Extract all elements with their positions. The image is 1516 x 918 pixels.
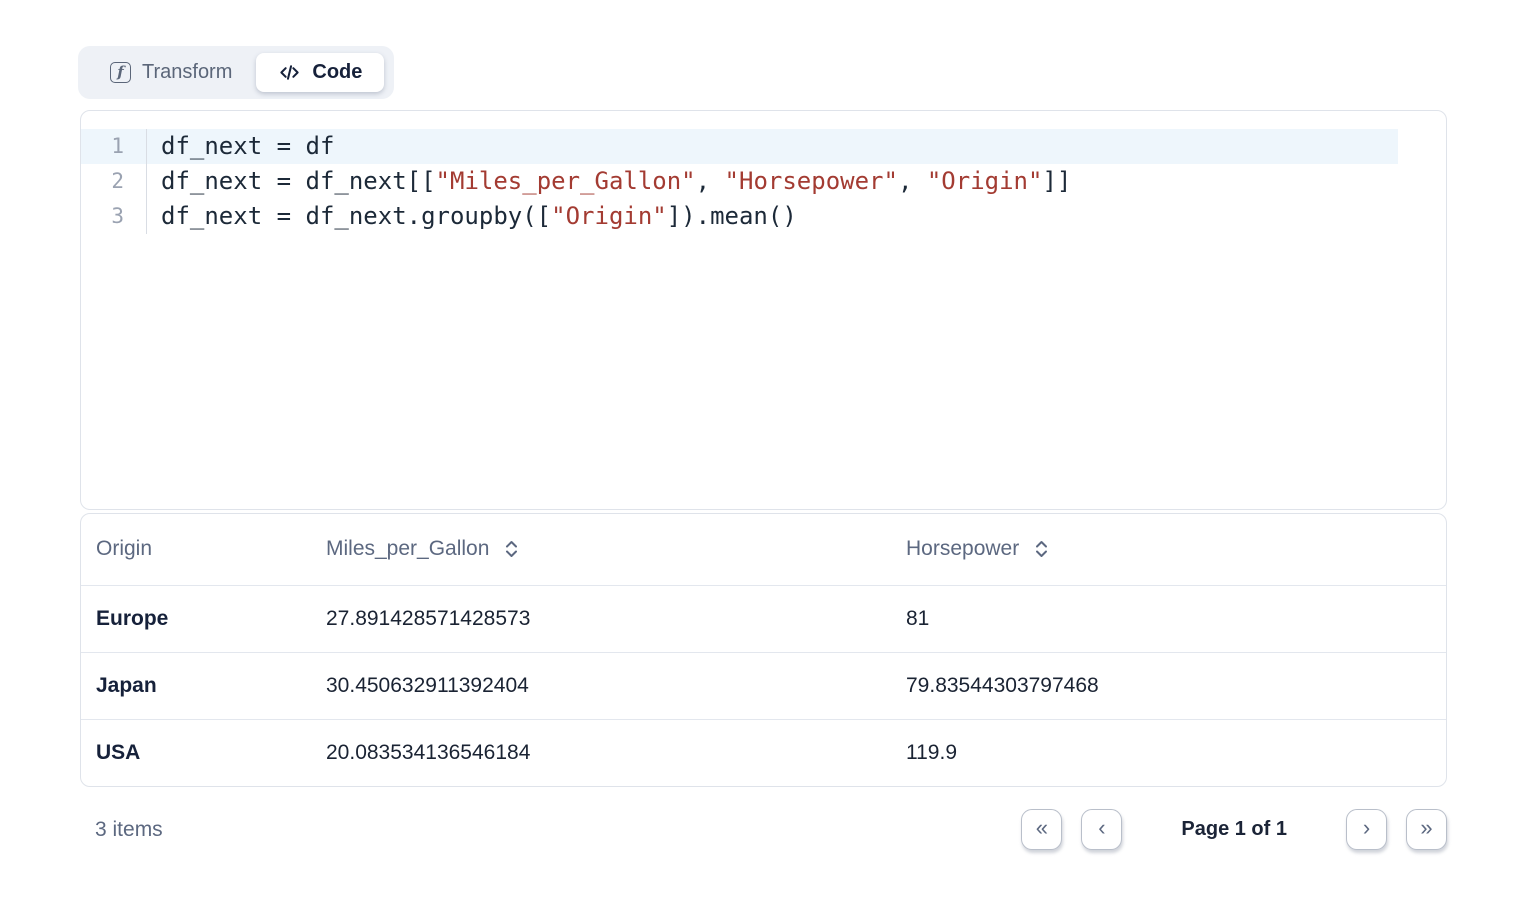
double-chevron-left-icon: « (1036, 817, 1048, 839)
tab-code-label: Code (312, 61, 362, 84)
table-cell: 30.450632911392404 (311, 652, 891, 719)
column-label: Miles_per_Gallon (326, 537, 489, 561)
transform-cell: f Transform Code 1df_next = df2df_next =… (0, 0, 1447, 850)
code-line-text: df_next = df_next.groupby(["Origin"]).me… (147, 199, 797, 234)
table-cell: 119.9 (891, 719, 1446, 786)
code-line-text: df_next = df (147, 129, 334, 164)
column-header-origin: Origin (81, 514, 311, 585)
next-page-button[interactable]: › (1346, 809, 1387, 850)
chevron-left-icon: ‹ (1098, 817, 1105, 839)
pagination: « ‹ Page 1 of 1 › » (1021, 809, 1447, 850)
column-label: Origin (96, 537, 152, 561)
sort-icon[interactable] (504, 539, 519, 559)
table-row: Japan30.45063291139240479.83544303797468 (81, 652, 1446, 719)
table-cell: 79.83544303797468 (891, 652, 1446, 719)
code-line[interactable]: 2df_next = df_next[["Miles_per_Gallon", … (81, 164, 1446, 199)
double-chevron-right-icon: » (1420, 817, 1432, 839)
last-page-button[interactable]: » (1406, 809, 1447, 850)
result-table-card: Origin Miles_per_Gallon Horsepower Europe2… (80, 513, 1447, 787)
table-row: USA20.083534136546184119.9 (81, 719, 1446, 786)
code-line-text: df_next = df_next[["Miles_per_Gallon", "… (147, 164, 1071, 199)
prev-page-button[interactable]: ‹ (1081, 809, 1122, 850)
sort-icon[interactable] (1034, 539, 1049, 559)
table-cell: Japan (81, 652, 311, 719)
table-header-row: Origin Miles_per_Gallon Horsepower (81, 514, 1446, 585)
code-lines: 1df_next = df2df_next = df_next[["Miles_… (81, 129, 1446, 234)
items-count: 3 items (95, 818, 163, 842)
page-indicator: Page 1 of 1 (1181, 818, 1287, 841)
column-header-miles_per_gallon[interactable]: Miles_per_Gallon (311, 514, 891, 585)
code-line[interactable]: 3df_next = df_next.groupby(["Origin"]).m… (81, 199, 1446, 234)
table-cell: USA (81, 719, 311, 786)
column-label: Horsepower (906, 537, 1019, 561)
view-mode-tabbar: f Transform Code (78, 46, 394, 99)
table-cell: Europe (81, 585, 311, 652)
tab-transform-label: Transform (142, 61, 232, 84)
table-row: Europe27.89142857142857381 (81, 585, 1446, 652)
table-cell: 27.891428571428573 (311, 585, 891, 652)
line-number: 3 (81, 199, 147, 234)
result-table: Origin Miles_per_Gallon Horsepower Europe2… (81, 514, 1446, 786)
column-header-horsepower[interactable]: Horsepower (891, 514, 1446, 585)
code-icon (278, 61, 301, 84)
tab-transform[interactable]: f Transform (88, 53, 254, 92)
table-cell: 20.083534136546184 (311, 719, 891, 786)
function-icon: f (110, 62, 131, 83)
tab-code[interactable]: Code (256, 53, 384, 92)
code-line[interactable]: 1df_next = df (81, 129, 1446, 164)
table-footer: 3 items « ‹ Page 1 of 1 › » (80, 787, 1447, 850)
line-number: 2 (81, 164, 147, 199)
chevron-right-icon: › (1363, 817, 1370, 839)
table-cell: 81 (891, 585, 1446, 652)
code-editor[interactable]: 1df_next = df2df_next = df_next[["Miles_… (80, 110, 1447, 510)
line-number: 1 (81, 129, 147, 164)
first-page-button[interactable]: « (1021, 809, 1062, 850)
